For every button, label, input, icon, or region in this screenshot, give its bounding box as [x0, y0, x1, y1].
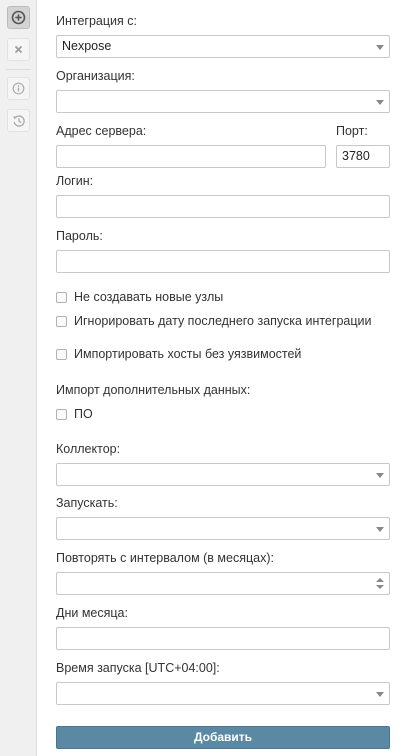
software-checkbox[interactable] [56, 408, 67, 420]
software-label: ПО [74, 407, 93, 421]
chevron-down-icon [376, 527, 384, 532]
organization-select[interactable] [56, 90, 390, 113]
add-submit-button[interactable]: Добавить [56, 726, 390, 749]
server-address-input[interactable] [56, 145, 326, 168]
history-button[interactable] [7, 109, 30, 132]
repeat-interval-input[interactable] [56, 572, 390, 595]
spin-up-icon[interactable] [376, 578, 384, 582]
import-hosts-checkbox[interactable] [56, 348, 67, 360]
no-new-nodes-option[interactable]: Не создавать новые узлы [56, 290, 223, 304]
import-hosts-option[interactable]: Импортировать хосты без уязвимостей [56, 347, 301, 361]
ignore-last-run-option[interactable]: Игнорировать дату последнего запуска инт… [56, 314, 371, 328]
chevron-down-icon [376, 45, 384, 50]
run-select[interactable] [56, 517, 390, 540]
no-new-nodes-label: Не создавать новые узлы [74, 290, 224, 304]
ignore-last-run-label: Игнорировать дату последнего запуска инт… [74, 314, 372, 328]
info-button[interactable] [7, 77, 30, 100]
chevron-down-icon [376, 473, 384, 478]
collector-label: Коллектор: [56, 442, 121, 456]
days-of-month-label: Дни месяца: [56, 606, 128, 620]
run-label: Запускать: [56, 496, 118, 510]
repeat-interval-label: Повторять с интервалом (в месяцах): [56, 551, 274, 565]
integration-select[interactable]: Nexpose [56, 35, 390, 58]
import-hosts-label: Импортировать хосты без уязвимостей [74, 347, 302, 361]
integration-label: Интеграция с: [56, 14, 137, 28]
ignore-last-run-checkbox[interactable] [56, 315, 67, 327]
integration-form: Интеграция с: Nexpose Организация: Адрес… [37, 0, 400, 756]
collector-select[interactable] [56, 463, 390, 486]
port-label: Порт: [336, 124, 368, 138]
close-icon [14, 45, 23, 54]
toolbar-divider [6, 69, 31, 70]
start-time-label: Время запуска [UTC+04:00]: [56, 661, 220, 675]
plus-circle-icon [11, 10, 26, 25]
login-label: Логин: [56, 174, 94, 188]
close-button[interactable] [7, 38, 30, 61]
days-of-month-input[interactable] [56, 627, 390, 650]
history-icon [12, 114, 25, 127]
chevron-down-icon [376, 692, 384, 697]
login-input[interactable] [56, 195, 390, 218]
password-label: Пароль: [56, 229, 103, 243]
spin-down-icon[interactable] [376, 585, 384, 589]
server-address-label: Адрес сервера: [56, 124, 147, 138]
organization-label: Организация: [56, 69, 135, 83]
no-new-nodes-checkbox[interactable] [56, 291, 67, 303]
port-value: 3780 [342, 149, 370, 163]
add-button[interactable] [7, 6, 30, 29]
extra-import-label: Импорт дополнительных данных: [56, 383, 251, 397]
info-icon [12, 82, 25, 95]
start-time-select[interactable] [56, 682, 390, 705]
integration-select-value: Nexpose [62, 39, 112, 53]
software-option[interactable]: ПО [56, 407, 93, 421]
side-toolbar [0, 0, 37, 756]
chevron-down-icon [376, 100, 384, 105]
password-input[interactable] [56, 250, 390, 273]
port-input[interactable]: 3780 [336, 145, 390, 168]
